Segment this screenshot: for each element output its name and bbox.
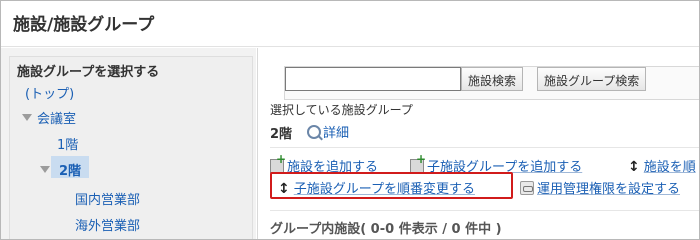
detail-link[interactable]: 詳細 <box>307 122 349 141</box>
detail-link-label: 詳細 <box>323 126 350 141</box>
set-permissions-label: 運用管理権限を設定する <box>537 182 681 197</box>
permission-icon <box>520 181 534 195</box>
tree-item-floor-2[interactable]: 2階 <box>59 160 81 179</box>
divider <box>270 210 699 211</box>
current-group-name: 2階 <box>270 127 293 142</box>
tree-item-overseas-sales[interactable]: 海外営業部 <box>75 215 140 234</box>
group-facilities-count: グループ内施設( 0-0 件表示 / 0 件中 ) <box>270 222 502 237</box>
expand-triangle-icon[interactable] <box>22 114 32 121</box>
current-group-label: 選択している施設グループ <box>270 103 413 117</box>
sidebar-heading: 施設グループを選択する <box>17 65 160 80</box>
magnifier-icon <box>307 125 321 139</box>
tree-item-domestic-sales[interactable]: 国内営業部 <box>75 189 140 208</box>
divider <box>270 147 699 148</box>
tree-item-floor-1[interactable]: 1階 <box>57 134 78 153</box>
add-facility-icon <box>270 152 286 173</box>
main-panel: 施設検索 施設グループ検索 選択している施設グループ 2階 詳細 施設を追加する… <box>257 48 699 239</box>
reorder-facility-link[interactable]: ↕ 施設を順 <box>628 156 696 175</box>
page-title: 施設/施設グループ <box>1 1 699 47</box>
group-sidebar: 施設グループを選択する (トップ) 会議室 1階 2階 国内営業部 海外営業部 <box>1 48 256 239</box>
set-permissions-link[interactable]: 運用管理権限を設定する <box>520 178 680 197</box>
tree-item-top[interactable]: (トップ) <box>25 83 74 102</box>
callout-highlight-box <box>270 172 513 199</box>
tree-item-meeting-room[interactable]: 会議室 <box>37 108 76 127</box>
reorder-facility-label: 施設を順 <box>643 160 696 175</box>
expand-triangle-icon[interactable] <box>40 166 50 173</box>
facility-admin-window: 施設/施設グループ 施設グループを選択する (トップ) 会議室 1階 2階 国内… <box>0 0 700 240</box>
add-group-icon <box>410 152 426 173</box>
up-down-arrow-icon: ↕ <box>628 159 640 175</box>
facility-search-button[interactable]: 施設検索 <box>461 67 524 91</box>
search-input[interactable] <box>285 67 461 91</box>
group-search-button[interactable]: 施設グループ検索 <box>537 67 647 91</box>
